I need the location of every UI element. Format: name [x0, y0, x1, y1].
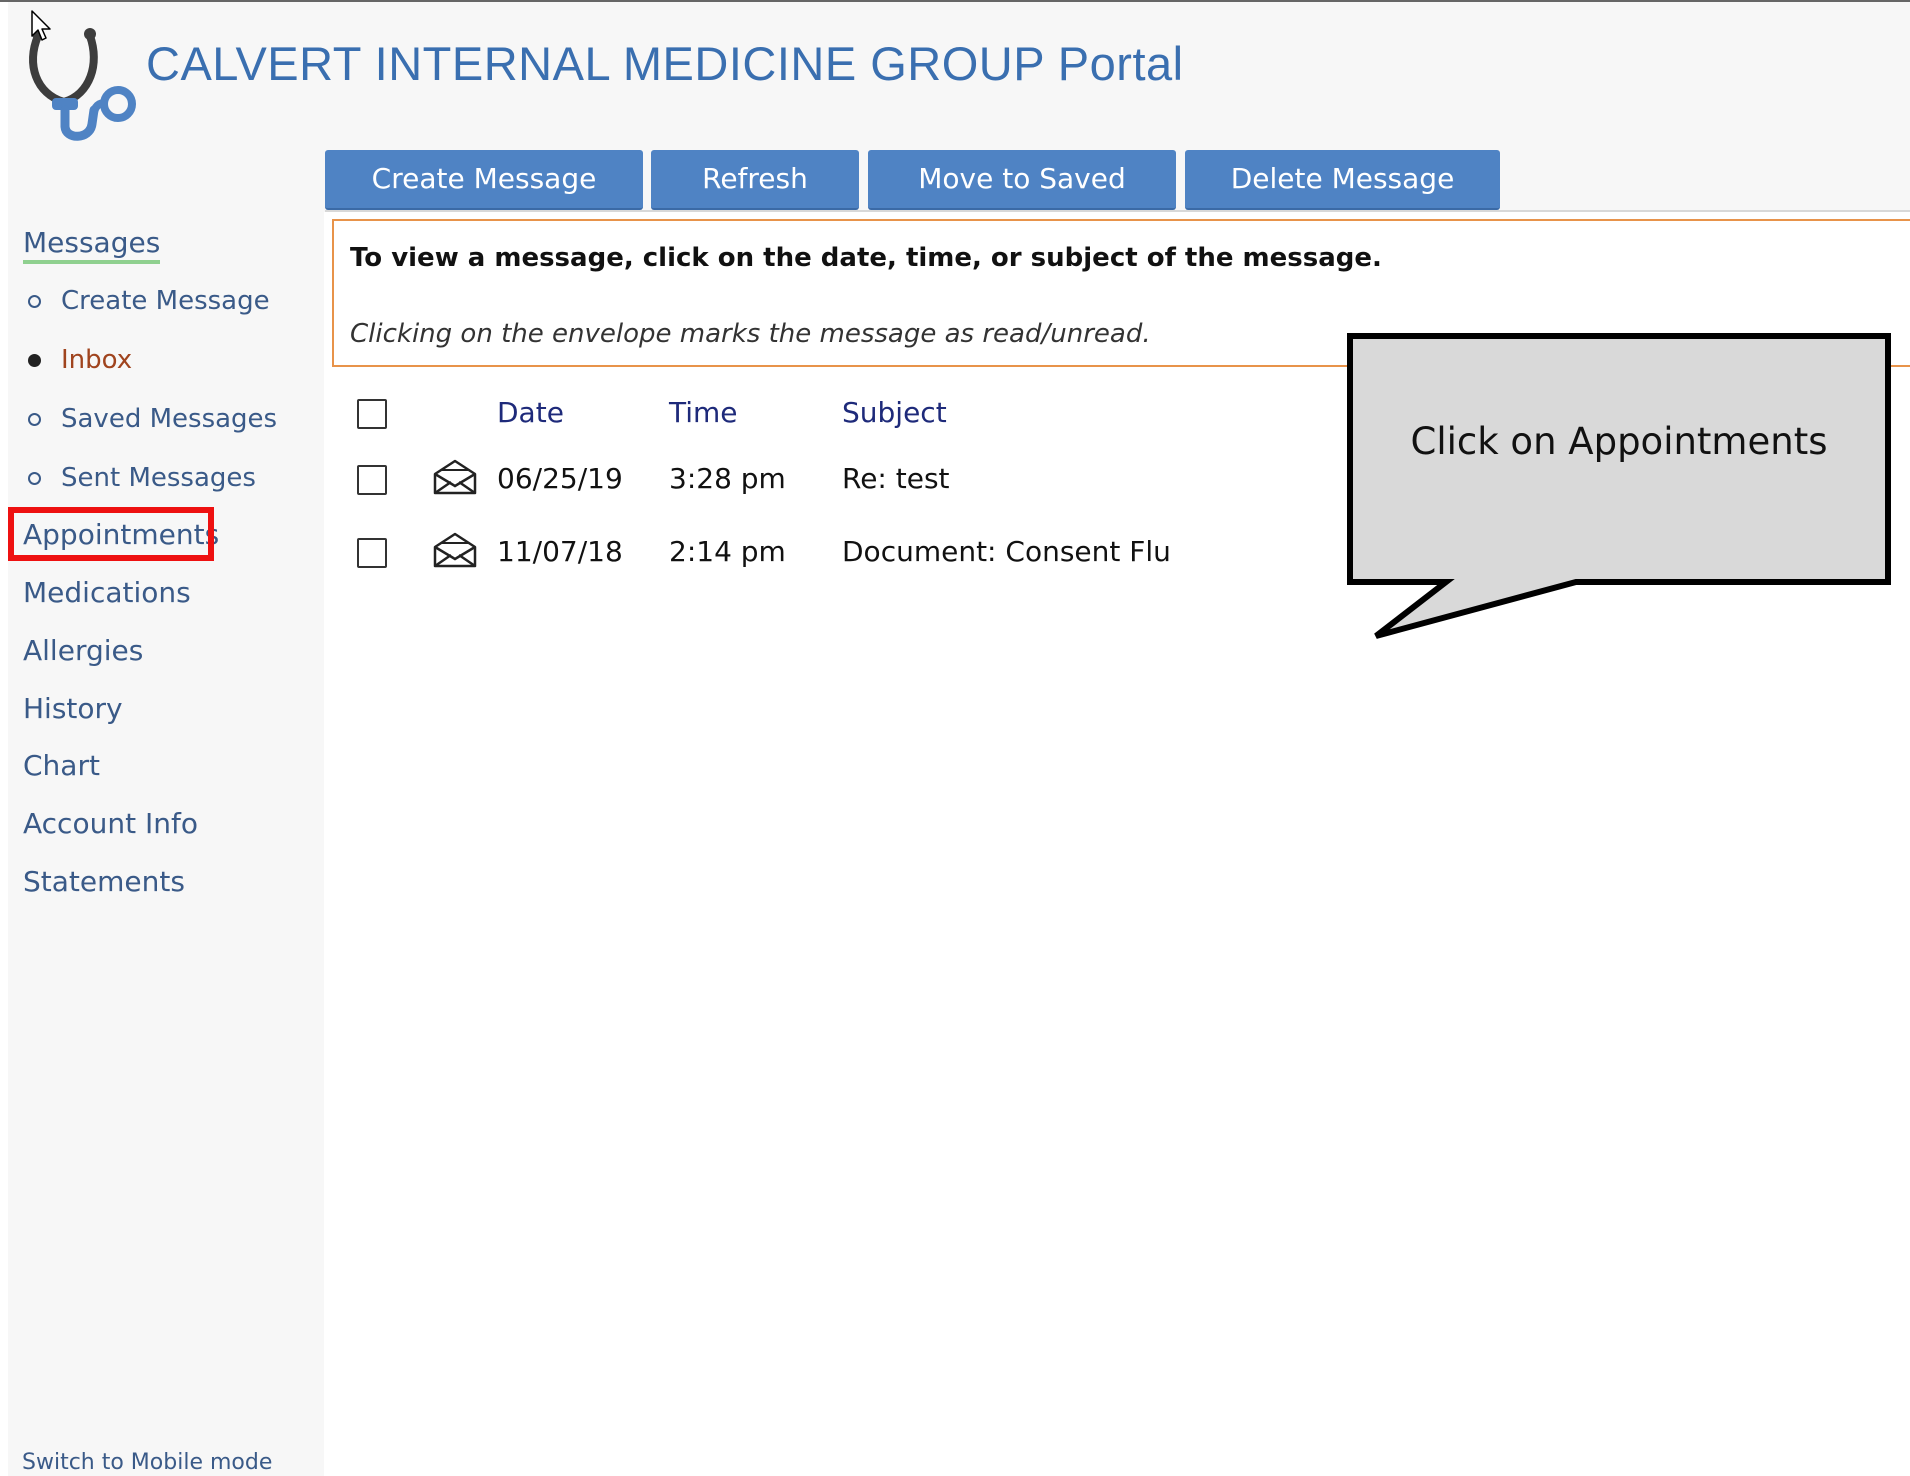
sidebar-item-history[interactable]: History [23, 692, 123, 725]
bullet-icon [28, 294, 41, 308]
switch-to-mobile-link[interactable]: Switch to Mobile mode [22, 1450, 272, 1475]
select-all-checkbox[interactable] [357, 399, 387, 429]
notice-hint: Clicking on the envelope marks the messa… [350, 319, 1151, 349]
create-message-button[interactable]: Create Message [325, 150, 643, 210]
column-header-subject[interactable]: Subject [842, 396, 947, 429]
refresh-button[interactable]: Refresh [651, 150, 859, 210]
message-date[interactable]: 11/07/18 [497, 535, 623, 568]
column-header-time[interactable]: Time [669, 396, 738, 429]
move-to-saved-button[interactable]: Move to Saved [868, 150, 1176, 210]
callout-text: Click on Appointments [1410, 420, 1828, 463]
portal-title: CALVERT INTERNAL MEDICINE GROUP Portal [146, 37, 1184, 90]
appointments-highlight [8, 507, 214, 561]
envelope-open-icon[interactable] [432, 531, 478, 569]
row-checkbox[interactable] [357, 538, 387, 568]
message-time[interactable]: 2:14 pm [669, 535, 786, 568]
message-time[interactable]: 3:28 pm [669, 462, 786, 495]
mouse-cursor-icon [31, 10, 51, 41]
envelope-open-icon[interactable] [432, 458, 478, 496]
sidebar-item-account-info[interactable]: Account Info [23, 807, 198, 840]
sidebar-subitem-create-message[interactable]: Create Message [28, 286, 270, 316]
sidebar-item-messages[interactable]: Messages [23, 226, 161, 264]
delete-message-button[interactable]: Delete Message [1185, 150, 1500, 210]
sidebar-subitem-sent-messages[interactable]: Sent Messages [28, 463, 256, 493]
row-checkbox[interactable] [357, 465, 387, 495]
message-subject[interactable]: Re: test [842, 462, 950, 495]
bullet-icon [28, 412, 41, 426]
message-subject[interactable]: Document: Consent Flu [842, 535, 1171, 568]
toolbar-divider [325, 210, 1910, 212]
bullet-icon [28, 353, 41, 367]
notice-instruction: To view a message, click on the date, ti… [350, 243, 1382, 273]
sidebar-background [8, 2, 324, 1476]
sidebar-subitem-inbox[interactable]: Inbox [28, 345, 132, 375]
message-date[interactable]: 06/25/19 [497, 462, 623, 495]
bullet-icon [28, 471, 41, 485]
sidebar-item-chart[interactable]: Chart [23, 749, 100, 782]
sidebar-subitem-saved-messages[interactable]: Saved Messages [28, 404, 277, 434]
sidebar-item-statements[interactable]: Statements [23, 865, 185, 898]
sidebar-item-allergies[interactable]: Allergies [23, 634, 143, 667]
sidebar-item-medications[interactable]: Medications [23, 576, 191, 609]
instruction-callout [1347, 333, 1891, 639]
column-header-date[interactable]: Date [497, 396, 564, 429]
